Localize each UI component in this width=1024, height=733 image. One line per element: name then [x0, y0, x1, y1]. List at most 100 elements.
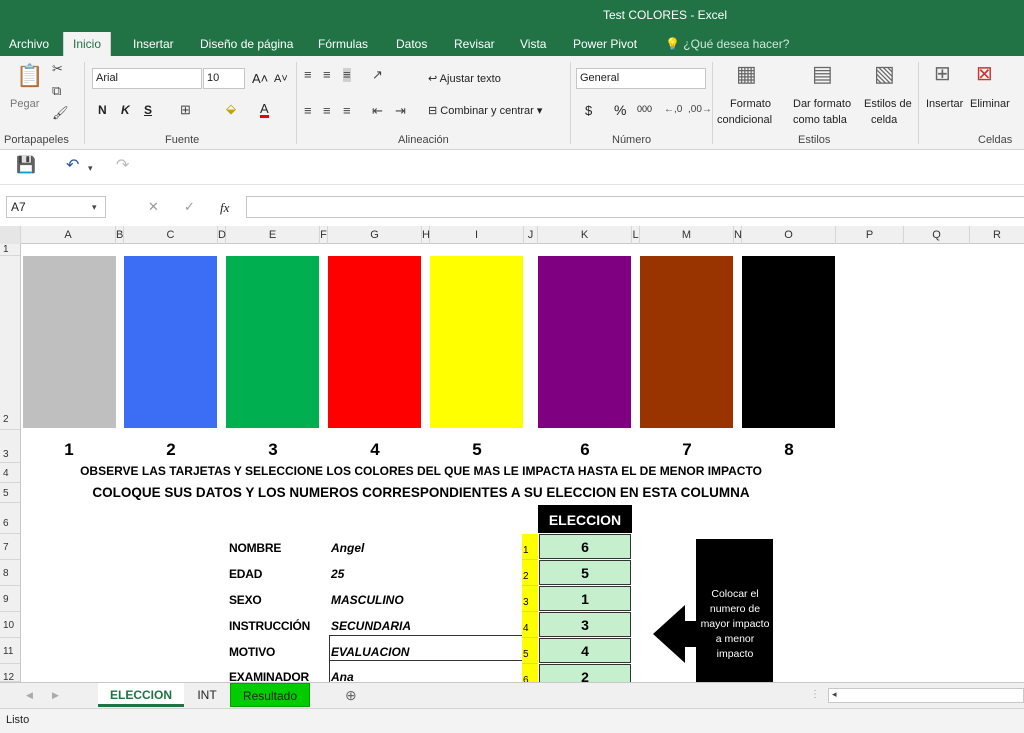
row-header-5[interactable]: 5: [0, 483, 20, 503]
row-header-3[interactable]: 3: [0, 430, 20, 463]
font-size-select[interactable]: 10: [203, 68, 245, 89]
insert-function-button[interactable]: fx: [220, 200, 229, 216]
row-header-10[interactable]: 10: [0, 612, 20, 638]
column-header-b[interactable]: B: [116, 226, 124, 244]
fill-color-icon[interactable]: ⬙: [226, 102, 236, 116]
decrease-indent-icon[interactable]: ⇤: [372, 104, 383, 118]
row-header-9[interactable]: 9: [0, 586, 20, 612]
paste-button[interactable]: Pegar: [10, 98, 39, 110]
field-value-sexo[interactable]: MASCULINO: [331, 593, 404, 607]
name-box-dropdown-icon[interactable]: ▾: [92, 200, 97, 214]
decrease-decimal-icon[interactable]: ,00→: [688, 103, 712, 117]
row-header-6[interactable]: 6: [0, 503, 20, 534]
tab-insertar[interactable]: Insertar: [133, 32, 174, 56]
eleccion-cell[interactable]: 4: [539, 638, 631, 663]
format-painter-icon[interactable]: 🖌: [52, 106, 69, 120]
cancel-icon[interactable]: ✕: [148, 200, 159, 214]
column-header-o[interactable]: O: [742, 226, 836, 244]
eleccion-cell[interactable]: 3: [539, 612, 631, 637]
row-header-7[interactable]: 7: [0, 534, 20, 560]
horizontal-scrollbar[interactable]: ◂: [828, 688, 1024, 703]
eleccion-cell[interactable]: 6: [539, 534, 631, 559]
align-top-icon[interactable]: ≡: [304, 68, 312, 82]
increase-indent-icon[interactable]: ⇥: [395, 104, 406, 118]
tab-revisar[interactable]: Revisar: [454, 32, 495, 56]
orientation-icon[interactable]: ↗: [372, 68, 383, 82]
column-header-d[interactable]: D: [218, 226, 226, 244]
row-header-8[interactable]: 8: [0, 560, 20, 586]
column-header-r[interactable]: R: [970, 226, 1024, 244]
color-card-8[interactable]: [742, 256, 835, 428]
color-card-1[interactable]: [23, 256, 116, 428]
sheet-tab-eleccion[interactable]: ELECCION: [98, 683, 184, 707]
underline-button[interactable]: S: [144, 103, 152, 117]
cell-styles-label-1[interactable]: Estilos de: [864, 98, 912, 110]
column-header-h[interactable]: H: [422, 226, 430, 244]
column-header-i[interactable]: I: [430, 226, 524, 244]
add-sheet-icon[interactable]: ⊕: [345, 688, 357, 702]
format-table-label-1[interactable]: Dar formato: [793, 98, 851, 110]
name-box[interactable]: A7: [6, 196, 106, 218]
redo-icon[interactable]: ↷: [116, 158, 129, 174]
align-middle-icon[interactable]: ≡: [323, 68, 331, 82]
field-value-examinador[interactable]: Ana: [331, 670, 354, 682]
worksheet-grid[interactable]: 1 2 3 4 5 6 7 8 OBSERVE LAS TARJETAS Y S…: [21, 244, 1024, 682]
select-all-corner[interactable]: [0, 226, 21, 244]
row-header-1[interactable]: 1: [0, 244, 20, 256]
save-icon[interactable]: 💾: [16, 158, 36, 174]
tab-inicio[interactable]: Inicio: [63, 32, 112, 56]
scroll-left-icon[interactable]: ◀: [26, 688, 33, 702]
increase-decimal-icon[interactable]: ←,0: [664, 103, 682, 117]
field-value-edad[interactable]: 25: [331, 567, 344, 581]
shrink-font-icon[interactable]: A˅: [274, 73, 288, 85]
column-header-c[interactable]: C: [124, 226, 218, 244]
conditional-format-label-2[interactable]: condicional: [717, 114, 772, 126]
row-header-12[interactable]: 12: [0, 664, 20, 683]
field-value-nombre[interactable]: Angel: [331, 541, 364, 555]
number-format-select[interactable]: General: [576, 68, 706, 89]
scroll-left-arrow-icon[interactable]: ◂: [832, 689, 837, 700]
color-card-5[interactable]: [430, 256, 523, 428]
cell-styles-icon[interactable]: ▧: [874, 62, 895, 86]
insert-cells-button[interactable]: Insertar: [926, 98, 963, 110]
tab-splitter-icon[interactable]: ⋮: [810, 688, 820, 702]
eleccion-cell[interactable]: 5: [539, 560, 631, 585]
tab-power-pivot[interactable]: Power Pivot: [573, 32, 637, 56]
paste-icon[interactable]: 📋: [16, 64, 43, 88]
enter-icon[interactable]: ✓: [184, 200, 195, 214]
delete-cells-button[interactable]: Eliminar: [970, 98, 1010, 110]
color-card-6[interactable]: [538, 256, 631, 428]
tell-me-search[interactable]: 💡 ¿Qué desea hacer?: [665, 32, 789, 56]
column-header-m[interactable]: M: [640, 226, 734, 244]
format-table-icon[interactable]: ▤: [812, 62, 833, 86]
column-header-p[interactable]: P: [836, 226, 904, 244]
font-color-icon[interactable]: A: [260, 102, 269, 118]
column-header-a[interactable]: A: [21, 226, 116, 244]
copy-icon[interactable]: ⧉: [52, 84, 61, 98]
column-header-e[interactable]: E: [226, 226, 320, 244]
color-card-4[interactable]: [328, 256, 421, 428]
merge-center-button[interactable]: ⊟ Combinar y centrar ▾: [428, 104, 542, 117]
format-table-label-2[interactable]: como tabla: [793, 114, 847, 126]
grow-font-icon[interactable]: A˄: [252, 71, 268, 86]
undo-icon[interactable]: ↶: [66, 158, 79, 174]
percent-button[interactable]: %: [614, 102, 626, 118]
font-name-select[interactable]: Arial: [92, 68, 202, 89]
sheet-tab-resultado[interactable]: Resultado: [230, 683, 310, 707]
column-header-n[interactable]: N: [734, 226, 742, 244]
column-header-j[interactable]: J: [524, 226, 538, 244]
conditional-format-icon[interactable]: ▦: [736, 62, 757, 86]
undo-dropdown-icon[interactable]: ▾: [88, 161, 93, 175]
column-header-q[interactable]: Q: [904, 226, 970, 244]
tab-archivo[interactable]: Archivo: [9, 32, 49, 56]
column-header-f[interactable]: F: [320, 226, 328, 244]
color-card-7[interactable]: [640, 256, 733, 428]
sheet-tab-int[interactable]: INT: [186, 683, 228, 707]
align-left-icon[interactable]: ≡: [304, 104, 312, 118]
cell-styles-label-2[interactable]: celda: [871, 114, 897, 126]
align-center-icon[interactable]: ≡: [323, 104, 331, 118]
tab-vista[interactable]: Vista: [520, 32, 546, 56]
column-header-l[interactable]: L: [632, 226, 640, 244]
eleccion-cell[interactable]: 1: [539, 586, 631, 611]
thousands-button[interactable]: 000: [637, 104, 652, 114]
